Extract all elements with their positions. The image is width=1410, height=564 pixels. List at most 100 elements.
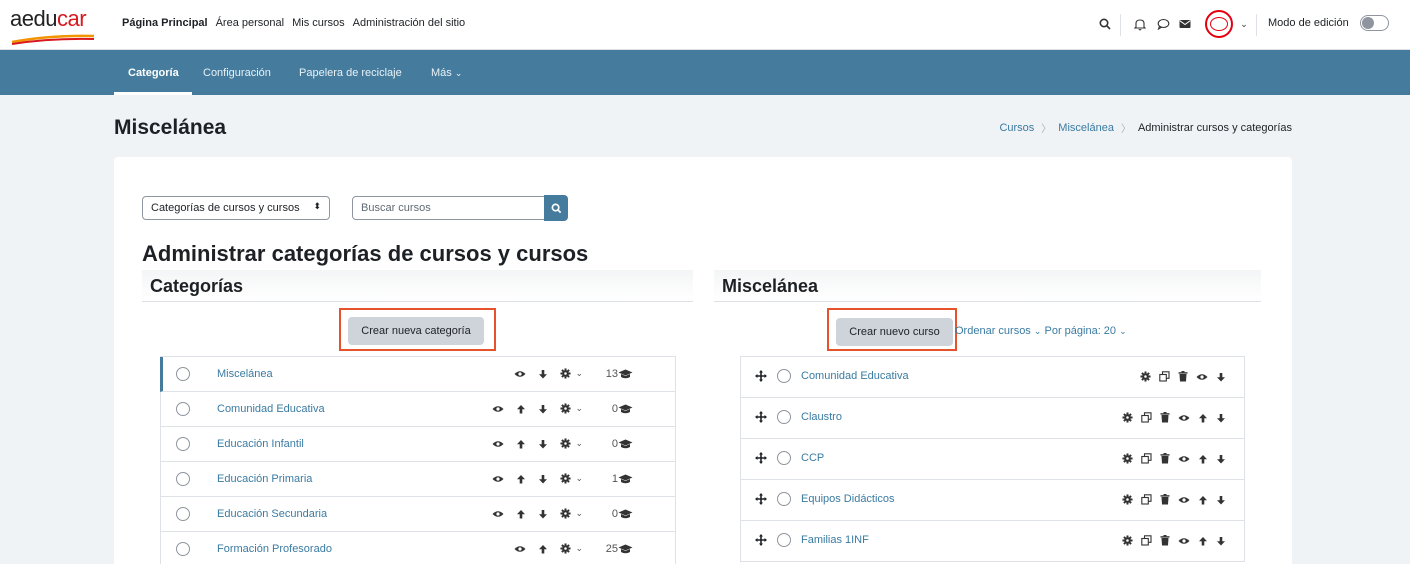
arrow-up-icon[interactable] — [1198, 536, 1208, 546]
course-checkbox[interactable] — [777, 533, 791, 547]
create-course-button[interactable]: Crear nuevo curso — [836, 318, 953, 346]
gear-icon[interactable] — [560, 368, 571, 379]
arrow-down-icon[interactable] — [538, 439, 548, 449]
nav-home[interactable]: Página Principal — [122, 17, 208, 29]
course-link[interactable]: Claustro — [801, 411, 842, 423]
trash-icon[interactable] — [1160, 412, 1170, 423]
copy-icon[interactable] — [1141, 453, 1152, 464]
chevron-down-icon[interactable]: ⌄ — [575, 508, 583, 519]
chevron-down-icon[interactable]: ⌄ — [575, 543, 583, 554]
gear-icon[interactable] — [560, 543, 571, 554]
gear-icon[interactable] — [1122, 535, 1133, 546]
eye-icon[interactable] — [1178, 496, 1190, 504]
move-icon[interactable] — [755, 534, 767, 549]
course-link[interactable]: CCP — [801, 452, 824, 464]
bell-icon[interactable] — [1132, 16, 1148, 32]
arrow-up-icon[interactable] — [516, 404, 526, 414]
site-logo[interactable]: aeducar — [10, 6, 96, 45]
per-page-link[interactable]: Por página: 20 ⌄ — [1044, 325, 1126, 337]
arrow-down-icon[interactable] — [1216, 372, 1226, 382]
chat-icon[interactable] — [1155, 16, 1171, 32]
gear-icon[interactable] — [1140, 371, 1151, 382]
view-mode-select[interactable]: Categorías de cursos y cursos ⬍ — [142, 196, 330, 220]
move-icon[interactable] — [755, 452, 767, 467]
course-link[interactable]: Equipos Didácticos — [801, 493, 895, 505]
copy-icon[interactable] — [1141, 494, 1152, 505]
chevron-down-icon[interactable]: ⌄ — [575, 368, 583, 379]
course-link[interactable]: Familias 1INF — [801, 534, 869, 546]
eye-icon[interactable] — [492, 510, 504, 518]
user-avatar[interactable] — [1205, 10, 1233, 38]
nav-site-admin[interactable]: Administración del sitio — [353, 17, 466, 29]
category-link[interactable]: Educación Secundaria — [217, 508, 327, 520]
tab-category[interactable]: Categoría — [128, 67, 179, 79]
eye-icon[interactable] — [1178, 455, 1190, 463]
tab-recycle-bin[interactable]: Papelera de reciclaje — [299, 67, 402, 79]
gear-icon[interactable] — [1122, 453, 1133, 464]
arrow-down-icon[interactable] — [1216, 536, 1226, 546]
trash-icon[interactable] — [1178, 371, 1188, 382]
move-icon[interactable] — [755, 411, 767, 426]
category-link[interactable]: Comunidad Educativa — [217, 403, 325, 415]
arrow-down-icon[interactable] — [1216, 495, 1226, 505]
gear-icon[interactable] — [560, 403, 571, 414]
gear-icon[interactable] — [560, 473, 571, 484]
gear-icon[interactable] — [560, 438, 571, 449]
breadcrumb-courses[interactable]: Cursos — [999, 122, 1034, 134]
category-link[interactable]: Educación Primaria — [217, 473, 312, 485]
edit-mode-toggle[interactable] — [1360, 15, 1389, 31]
chevron-down-icon[interactable]: ⌄ — [1236, 16, 1252, 32]
gear-icon[interactable] — [1122, 494, 1133, 505]
chevron-down-icon[interactable]: ⌄ — [575, 473, 583, 484]
trash-icon[interactable] — [1160, 453, 1170, 464]
arrow-up-icon[interactable] — [1198, 454, 1208, 464]
envelope-icon[interactable] — [1177, 16, 1193, 32]
arrow-down-icon[interactable] — [538, 509, 548, 519]
arrow-up-icon[interactable] — [516, 474, 526, 484]
category-link[interactable]: Educación Infantil — [217, 438, 304, 450]
course-checkbox[interactable] — [777, 410, 791, 424]
arrow-down-icon[interactable] — [1216, 454, 1226, 464]
move-icon[interactable] — [755, 370, 767, 385]
copy-icon[interactable] — [1141, 412, 1152, 423]
sort-courses-link[interactable]: Ordenar cursos ⌄ — [955, 325, 1041, 337]
move-icon[interactable] — [755, 493, 767, 508]
arrow-down-icon[interactable] — [538, 369, 548, 379]
create-category-button[interactable]: Crear nueva categoría — [348, 317, 484, 345]
chevron-down-icon[interactable]: ⌄ — [575, 438, 583, 449]
nav-my-courses[interactable]: Mis cursos — [292, 17, 345, 29]
arrow-up-icon[interactable] — [516, 439, 526, 449]
eye-icon[interactable] — [1196, 373, 1208, 381]
arrow-up-icon[interactable] — [1198, 413, 1208, 423]
search-icon[interactable] — [1097, 16, 1113, 32]
arrow-down-icon[interactable] — [1216, 413, 1226, 423]
tab-more[interactable]: Más ⌄ — [431, 67, 462, 79]
eye-icon[interactable] — [492, 405, 504, 413]
category-checkbox[interactable] — [176, 402, 190, 416]
category-link[interactable]: Miscelánea — [217, 368, 273, 380]
arrow-down-icon[interactable] — [538, 404, 548, 414]
breadcrumb-category[interactable]: Miscelánea — [1058, 122, 1114, 134]
course-checkbox[interactable] — [777, 369, 791, 383]
arrow-up-icon[interactable] — [516, 509, 526, 519]
copy-icon[interactable] — [1141, 535, 1152, 546]
category-checkbox[interactable] — [176, 472, 190, 486]
category-checkbox[interactable] — [176, 542, 190, 556]
search-button[interactable] — [544, 195, 568, 221]
search-courses-input[interactable] — [352, 196, 545, 220]
gear-icon[interactable] — [1122, 412, 1133, 423]
course-checkbox[interactable] — [777, 451, 791, 465]
gear-icon[interactable] — [560, 508, 571, 519]
trash-icon[interactable] — [1160, 494, 1170, 505]
chevron-down-icon[interactable]: ⌄ — [575, 403, 583, 414]
eye-icon[interactable] — [492, 440, 504, 448]
arrow-up-icon[interactable] — [538, 544, 548, 554]
eye-icon[interactable] — [1178, 414, 1190, 422]
copy-icon[interactable] — [1159, 371, 1170, 382]
nav-dashboard[interactable]: Área personal — [216, 17, 285, 29]
eye-icon[interactable] — [1178, 537, 1190, 545]
category-checkbox[interactable] — [176, 437, 190, 451]
category-checkbox[interactable] — [176, 367, 190, 381]
category-link[interactable]: Formación Profesorado — [217, 543, 332, 555]
trash-icon[interactable] — [1160, 535, 1170, 546]
